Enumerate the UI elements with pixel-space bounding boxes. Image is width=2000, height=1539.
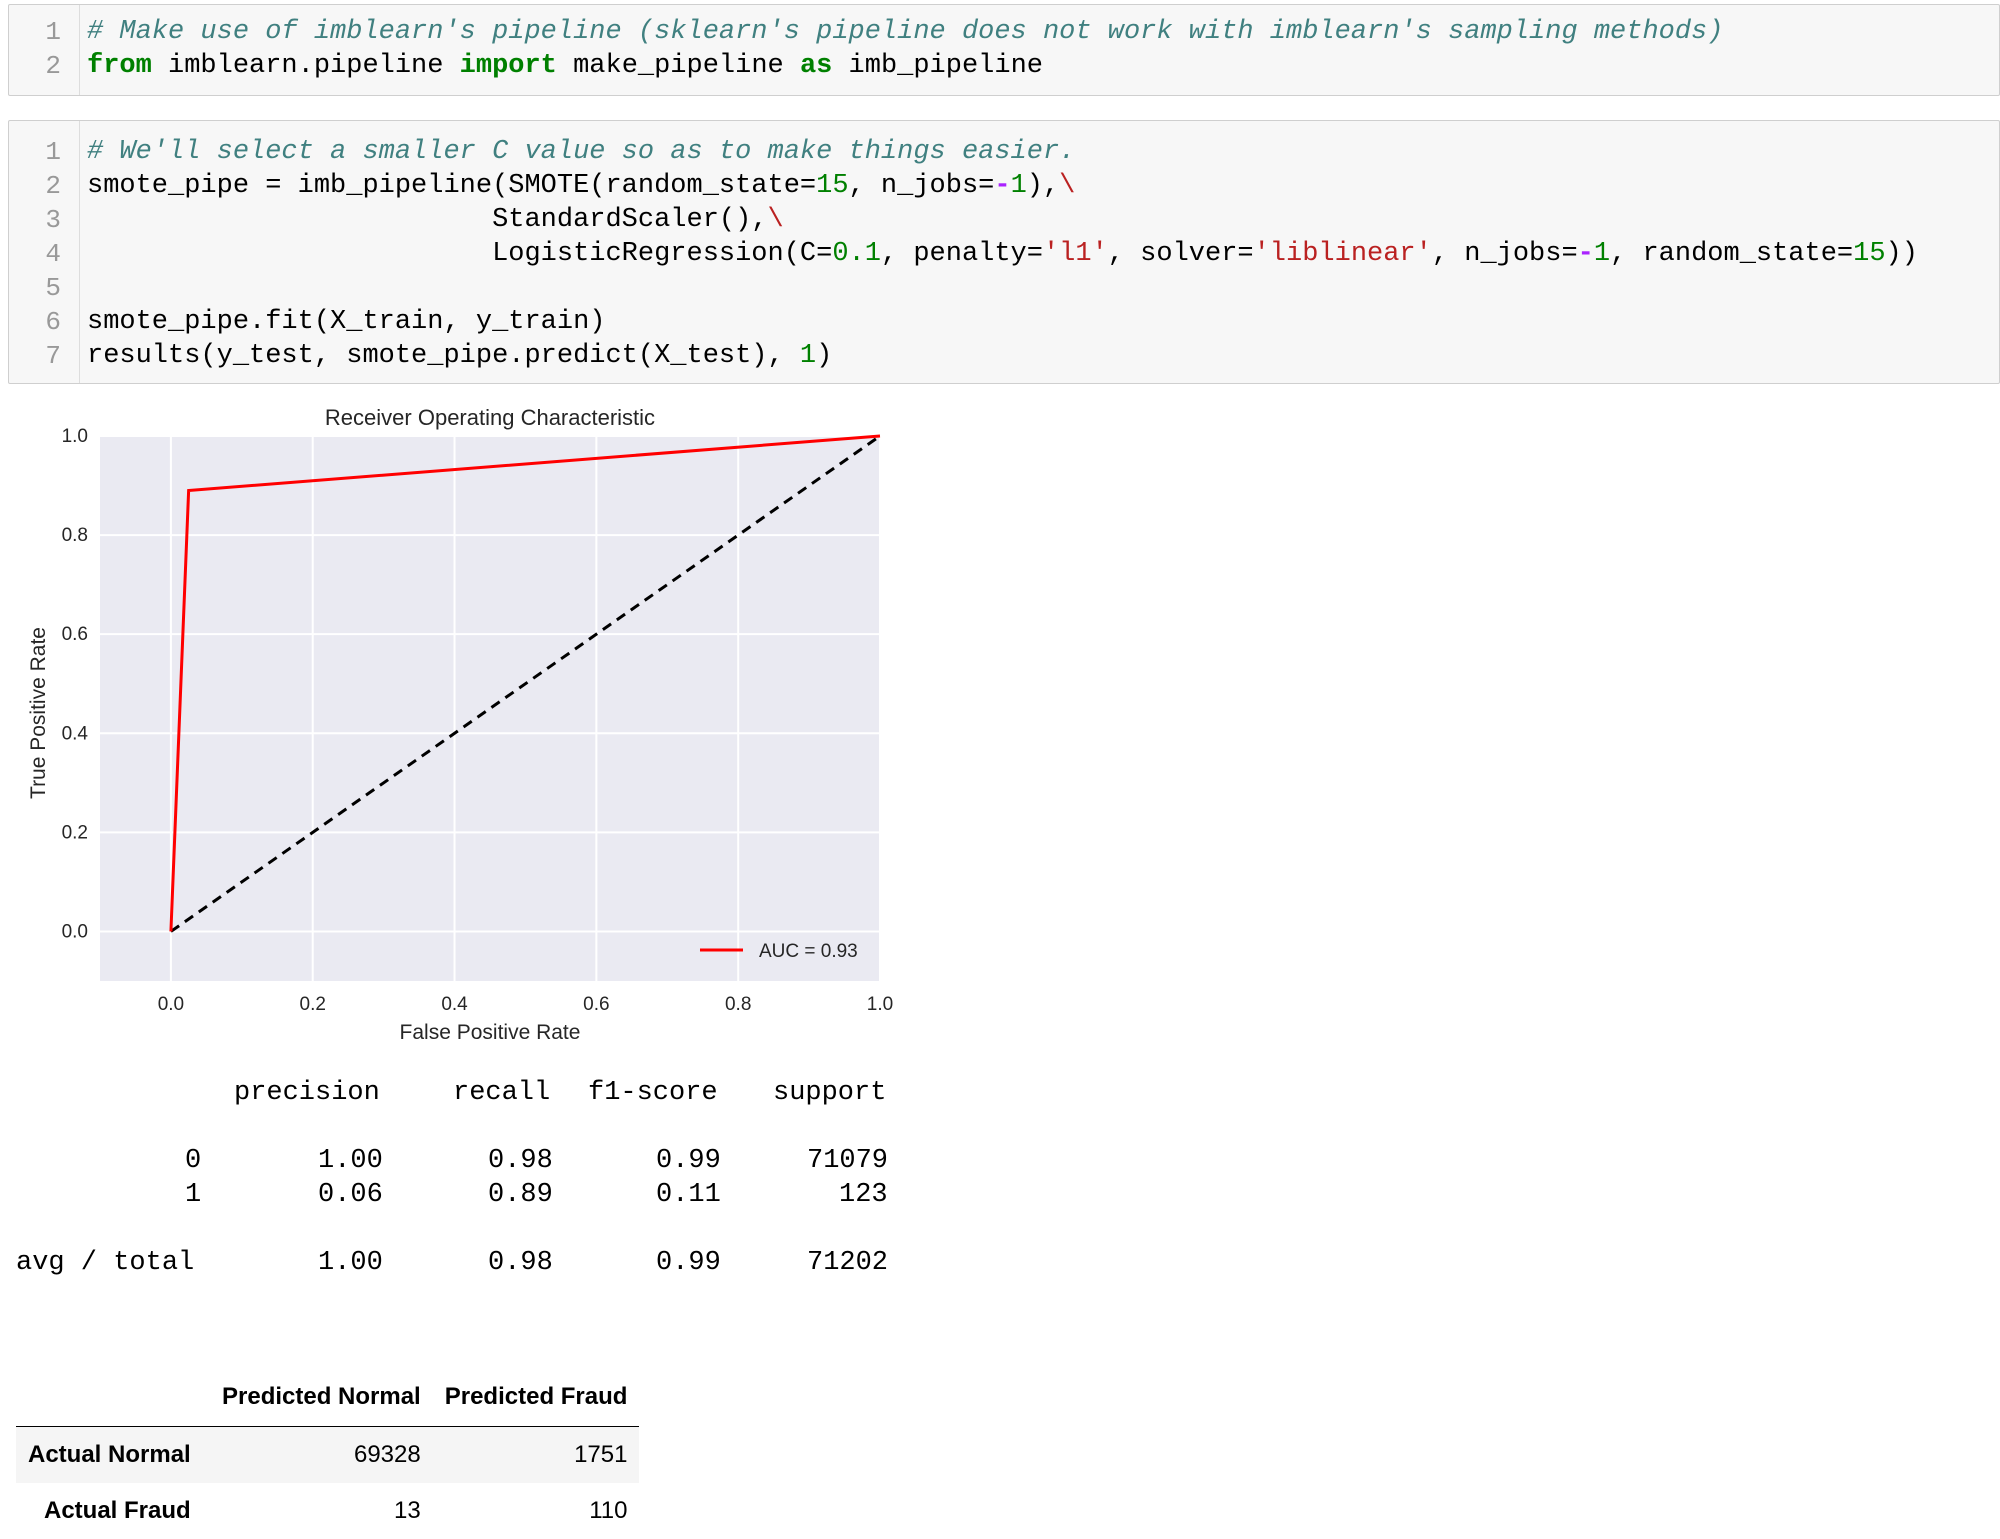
table-row: Actual Normal 69328 1751	[16, 1426, 640, 1483]
report-header-recall: recall	[453, 1078, 551, 1108]
report-header-precision: precision	[234, 1078, 380, 1108]
line-number: 2	[45, 171, 61, 201]
report-cell: 0.89	[488, 1180, 553, 1210]
report-cell: 0.98	[488, 1146, 553, 1176]
code-line[interactable]: 7 results(y_test, smote_pipe.predict(X_te…	[9, 339, 1999, 373]
code-text[interactable]: StandardScaler(),\	[87, 203, 784, 237]
report-cell: 71202	[807, 1248, 889, 1278]
report-avg-label: avg / total	[16, 1248, 195, 1278]
code-line[interactable]: 2 smote_pipe = imb_pipeline(SMOTE(random_…	[9, 169, 1999, 203]
x-axis-label: False Positive Rate	[400, 1021, 581, 1044]
report-cell: 0.06	[318, 1180, 383, 1210]
code-cell-pipeline[interactable]: 1 # We'll select a smaller C value so as …	[8, 120, 2000, 384]
table-header-row: Predicted Normal Predicted Fraud	[16, 1368, 640, 1427]
line-number: 1	[45, 17, 61, 47]
table-cell: 69328	[353, 1441, 421, 1468]
table-cell: 1751	[574, 1441, 628, 1468]
y-tick-label: 0.6	[62, 624, 88, 645]
y-tick-label: 1.0	[62, 426, 88, 447]
code-line[interactable]: 1 # Make use of imblearn's pipeline (skle…	[9, 15, 1999, 49]
code-text[interactable]: smote_pipe = imb_pipeline(SMOTE(random_s…	[87, 169, 1075, 203]
line-number: 7	[45, 341, 61, 371]
report-cell: 0.99	[656, 1146, 721, 1176]
legend-label: AUC = 0.93	[759, 941, 858, 962]
report-cell: 1.00	[318, 1248, 383, 1278]
report-cell: 0.11	[656, 1180, 721, 1210]
x-tick-label: 1.0	[867, 994, 893, 1015]
confusion-matrix-table: Predicted Normal Predicted Fraud Actual …	[16, 1368, 640, 1539]
code-text[interactable]: results(y_test, smote_pipe.predict(X_tes…	[87, 339, 832, 373]
line-number: 2	[45, 51, 61, 81]
code-cell-import[interactable]: 1 # Make use of imblearn's pipeline (skle…	[8, 4, 2000, 96]
line-number: 6	[45, 307, 61, 337]
code-line[interactable]: 2 from imblearn.pipeline import make_pipe…	[9, 49, 1999, 83]
report-row-label: 0	[185, 1146, 202, 1176]
line-number: 4	[45, 239, 61, 269]
code-line[interactable]: 5	[9, 271, 1999, 305]
column-header: Predicted Fraud	[432, 1368, 640, 1427]
y-tick-label: 0.0	[62, 921, 88, 942]
code-line[interactable]: 3 StandardScaler(),\	[9, 203, 1999, 237]
code-line[interactable]: 4 LogisticRegression(C=0.1, penalty='l1'…	[9, 237, 1999, 271]
y-tick-label: 0.4	[62, 723, 89, 744]
x-tick-label: 0.0	[158, 994, 184, 1015]
line-number: 1	[45, 137, 61, 167]
report-header-f1: f1-score	[588, 1078, 718, 1108]
code-text[interactable]: from imblearn.pipeline import make_pipel…	[87, 49, 1043, 83]
report-cell: 123	[839, 1180, 888, 1210]
x-tick-label: 0.2	[300, 994, 326, 1015]
code-text[interactable]: LogisticRegression(C=0.1, penalty='l1', …	[87, 237, 1918, 271]
line-number: 5	[45, 273, 61, 303]
table-corner	[16, 1368, 210, 1427]
report-row-label: 1	[185, 1180, 202, 1210]
x-tick-label: 0.8	[725, 994, 751, 1015]
line-number: 3	[45, 205, 61, 235]
code-text[interactable]: smote_pipe.fit(X_train, y_train)	[87, 305, 605, 339]
report-cell: 1.00	[318, 1146, 383, 1176]
x-tick-label: 0.4	[441, 994, 468, 1015]
report-cell: 0.98	[488, 1248, 553, 1278]
column-header: Predicted Normal	[210, 1368, 433, 1427]
x-tick-label: 0.6	[583, 994, 609, 1015]
report-header-support: support	[773, 1078, 887, 1108]
code-text[interactable]: # We'll select a smaller C value so as t…	[87, 135, 1075, 169]
row-header: Actual Fraud	[44, 1497, 191, 1524]
y-tick-label: 0.8	[62, 525, 88, 546]
code-line[interactable]: 1 # We'll select a smaller C value so as …	[9, 135, 1999, 169]
row-header: Actual Normal	[28, 1441, 191, 1468]
y-tick-label: 0.2	[62, 822, 88, 843]
table-row: Actual Fraud 13 110	[16, 1483, 639, 1539]
report-cell: 71079	[807, 1146, 889, 1176]
y-axis-label: True Positive Rate	[27, 627, 50, 799]
table-cell: 13	[394, 1497, 421, 1524]
code-text[interactable]: # Make use of imblearn's pipeline (sklea…	[87, 15, 1723, 49]
roc-chart: 0.0 0.2 0.4 0.6 0.8 1.0 0.0 0.2 0.4 0.6 0.8 1.0 Rec…	[27, 405, 893, 1044]
report-cell: 0.99	[656, 1248, 721, 1278]
classification-report: precision recall f1-score support 0 1.00…	[0, 1070, 900, 1300]
table-cell: 110	[589, 1497, 628, 1524]
chart-title: Receiver Operating Characteristic	[325, 405, 655, 430]
code-line[interactable]: 6 smote_pipe.fit(X_train, y_train)	[9, 305, 1999, 339]
